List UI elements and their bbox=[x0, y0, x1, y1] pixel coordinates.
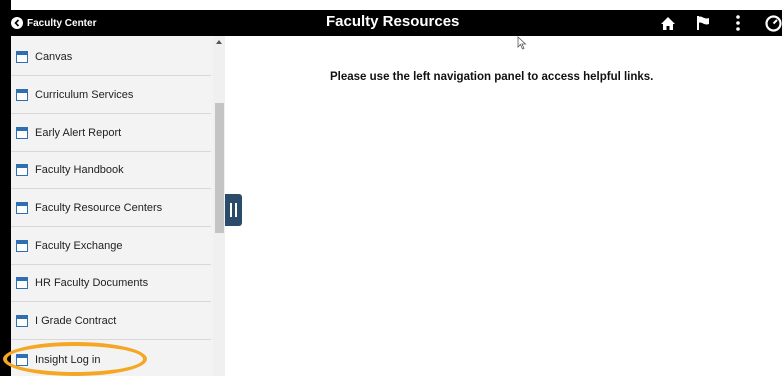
sidebar-item-label: Faculty Exchange bbox=[35, 240, 123, 252]
sidebar-item-label: Canvas bbox=[35, 51, 73, 63]
pause-bars-icon bbox=[235, 203, 237, 217]
sidebar-item-label: Faculty Handbook bbox=[35, 164, 124, 176]
sidebar-item-label: Early Alert Report bbox=[35, 127, 122, 139]
mouse-cursor-icon bbox=[517, 36, 527, 55]
left-navigation-panel: Canvas Curriculum Services Early Alert R… bbox=[11, 36, 225, 376]
page-header: Faculty Center Faculty Resources bbox=[11, 10, 782, 36]
sidebar-item-faculty-handbook[interactable]: Faculty Handbook bbox=[11, 152, 211, 189]
flag-icon[interactable] bbox=[694, 13, 712, 33]
sidebar-item-label: Curriculum Services bbox=[35, 89, 134, 101]
highlight-annotation bbox=[3, 342, 147, 376]
sidebar-item-curriculum-services[interactable]: Curriculum Services bbox=[11, 77, 211, 114]
sidebar-item-label: I Grade Contract bbox=[35, 315, 117, 327]
sidebar-item-faculty-exchange[interactable]: Faculty Exchange bbox=[11, 228, 211, 265]
scroll-up-arrow-icon[interactable] bbox=[216, 40, 222, 44]
pause-bars-icon bbox=[230, 203, 232, 217]
sidebar-scrollbar[interactable] bbox=[213, 36, 225, 376]
collapse-panel-handle[interactable] bbox=[225, 194, 242, 226]
top-margin bbox=[0, 0, 782, 10]
page-icon bbox=[16, 164, 28, 176]
left-edge bbox=[0, 0, 11, 376]
back-button-label: Faculty Center bbox=[27, 17, 97, 29]
page-icon bbox=[16, 127, 28, 139]
back-button[interactable]: Faculty Center bbox=[11, 10, 96, 36]
page-icon bbox=[16, 240, 28, 252]
page-icon bbox=[16, 202, 28, 214]
back-arrow-icon bbox=[11, 17, 23, 29]
navbar-icon[interactable] bbox=[765, 13, 782, 33]
sidebar-item-i-grade-contract[interactable]: I Grade Contract bbox=[11, 303, 211, 340]
page-icon bbox=[16, 89, 28, 101]
page-icon bbox=[16, 315, 28, 327]
sidebar-item-early-alert-report[interactable]: Early Alert Report bbox=[11, 115, 211, 152]
scrollbar-thumb[interactable] bbox=[215, 103, 224, 233]
page-icon bbox=[16, 277, 28, 289]
sidebar-item-faculty-resource-centers[interactable]: Faculty Resource Centers bbox=[11, 190, 211, 227]
sidebar-item-label: HR Faculty Documents bbox=[35, 277, 149, 289]
sidebar-item-label: Faculty Resource Centers bbox=[35, 202, 163, 214]
more-icon[interactable] bbox=[733, 13, 743, 33]
sidebar-item-canvas[interactable]: Canvas bbox=[11, 39, 211, 76]
page-icon bbox=[16, 51, 28, 63]
home-icon[interactable] bbox=[659, 13, 677, 33]
sidebar-item-hr-faculty-documents[interactable]: HR Faculty Documents bbox=[11, 265, 211, 302]
instruction-text: Please use the left navigation panel to … bbox=[330, 71, 654, 83]
page-title: Faculty Resources bbox=[326, 13, 460, 30]
